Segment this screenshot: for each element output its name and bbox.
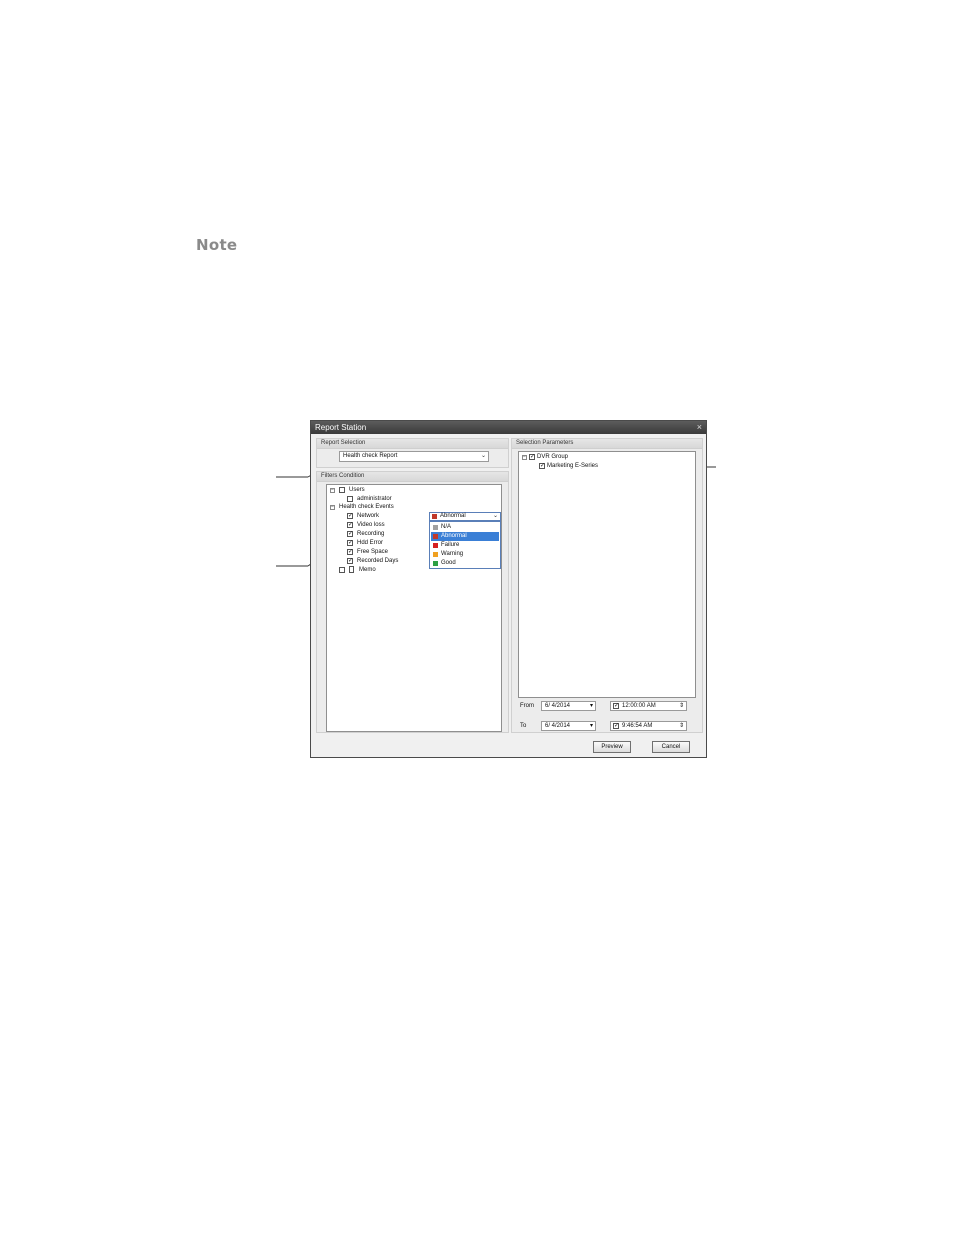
abnormal-status-icon [432, 514, 437, 519]
from-date-picker[interactable]: 6/ 4/2014 ▾ [541, 701, 596, 711]
collapse-icon[interactable]: − [330, 505, 335, 510]
from-time-value: 12:00:00 AM [622, 703, 656, 709]
selection-parameters-group: Selection Parameters − ✓ DVR Group ✓ Mar… [511, 438, 703, 733]
chevron-down-icon: ⌄ [480, 453, 486, 459]
collapse-icon[interactable]: − [330, 488, 335, 493]
status-dropdown-list: N/A Abnormal Failure Warning Good [429, 521, 501, 569]
from-date-value: 6/ 4/2014 [545, 703, 571, 709]
report-station-window: Report Station × Report Selection Health… [310, 420, 707, 758]
status-option-label: N/A [441, 524, 452, 530]
marketing-label: Marketing E-Series [547, 463, 599, 469]
dvr-tree-panel: − ✓ DVR Group ✓ Marketing E-Series [518, 451, 696, 698]
to-time-checkbox[interactable]: ✓ [613, 723, 619, 729]
to-time-picker[interactable]: ✓ 9:46:54 AM ⇕ [610, 721, 687, 731]
warning-status-icon [433, 552, 438, 557]
title-bar: Report Station × [311, 421, 706, 434]
dvr-group-label: DVR Group [537, 454, 569, 460]
filters-condition-heading: Filters Condition [321, 473, 365, 479]
preview-button[interactable]: Preview [593, 741, 631, 753]
window-title: Report Station [315, 423, 367, 432]
to-date-picker[interactable]: 6/ 4/2014 ▾ [541, 721, 596, 731]
selection-parameters-heading: Selection Parameters [516, 440, 574, 446]
users-label: Users [349, 487, 365, 493]
memo-label: Memo [359, 567, 376, 573]
network-status-select[interactable]: Abnormal ⌄ [429, 512, 501, 521]
report-selection-group: Report Selection Health check Report ⌄ [316, 438, 509, 468]
dvr-group-checkbox[interactable]: ✓ [529, 454, 535, 460]
recorded-days-label: Recorded Days [357, 558, 399, 564]
to-date-value: 6/ 4/2014 [545, 723, 571, 729]
from-label: From [520, 703, 534, 709]
status-option-label: Abnormal [441, 533, 467, 539]
recording-label: Recording [357, 531, 385, 537]
network-label: Network [357, 513, 380, 519]
calendar-icon[interactable]: ▾ [590, 722, 593, 729]
health-events-label: Health check Events [339, 504, 394, 510]
status-option-label: Warning [441, 551, 464, 557]
free-space-checkbox[interactable]: ✓ [347, 549, 353, 555]
status-option-warning[interactable]: Warning [431, 550, 499, 559]
status-option-failure[interactable]: Failure [431, 541, 499, 550]
status-option-label: Good [441, 560, 456, 566]
status-option-na[interactable]: N/A [431, 523, 499, 532]
status-option-good[interactable]: Good [431, 559, 499, 568]
na-status-icon [433, 525, 438, 530]
filters-condition-group: Filters Condition − Users administrator … [316, 471, 509, 733]
network-status-value: Abnormal [440, 513, 466, 519]
note-heading: Note [196, 236, 238, 254]
to-time-value: 9:46:54 AM [622, 723, 653, 729]
status-option-abnormal[interactable]: Abnormal [431, 532, 499, 541]
close-icon[interactable]: × [697, 422, 702, 432]
hdd-error-label: Hdd Error [357, 540, 384, 546]
spinner-icon[interactable]: ⇕ [679, 702, 684, 709]
video-loss-label: Video loss [357, 522, 385, 528]
from-time-picker[interactable]: ✓ 12:00:00 AM ⇕ [610, 701, 687, 711]
memo-icon [349, 566, 354, 573]
report-type-value: Health check Report [343, 453, 398, 459]
to-label: To [520, 723, 527, 729]
collapse-icon[interactable]: − [522, 455, 527, 460]
recorded-days-checkbox[interactable]: ✓ [347, 558, 353, 564]
hdd-error-checkbox[interactable]: ✓ [347, 540, 353, 546]
users-checkbox[interactable] [339, 487, 345, 493]
status-option-label: Failure [441, 542, 460, 548]
calendar-icon[interactable]: ▾ [590, 702, 593, 709]
chevron-down-icon: ⌄ [492, 513, 498, 519]
abnormal-status-icon [433, 534, 438, 539]
administrator-checkbox[interactable] [347, 496, 353, 502]
marketing-checkbox[interactable]: ✓ [539, 463, 545, 469]
from-time-checkbox[interactable]: ✓ [613, 703, 619, 709]
video-loss-checkbox[interactable]: ✓ [347, 522, 353, 528]
failure-status-icon [433, 543, 438, 548]
good-status-icon [433, 561, 438, 566]
report-type-select[interactable]: Health check Report ⌄ [339, 451, 489, 462]
filters-tree-panel: − Users administrator − Health check Eve… [326, 484, 502, 732]
report-selection-heading: Report Selection [321, 440, 366, 446]
network-checkbox[interactable]: ✓ [347, 513, 353, 519]
memo-checkbox[interactable] [339, 567, 345, 573]
recording-checkbox[interactable]: ✓ [347, 531, 353, 537]
spinner-icon[interactable]: ⇕ [679, 722, 684, 729]
cancel-button[interactable]: Cancel [652, 741, 690, 753]
free-space-label: Free Space [357, 549, 389, 555]
administrator-label: administrator [357, 496, 392, 502]
